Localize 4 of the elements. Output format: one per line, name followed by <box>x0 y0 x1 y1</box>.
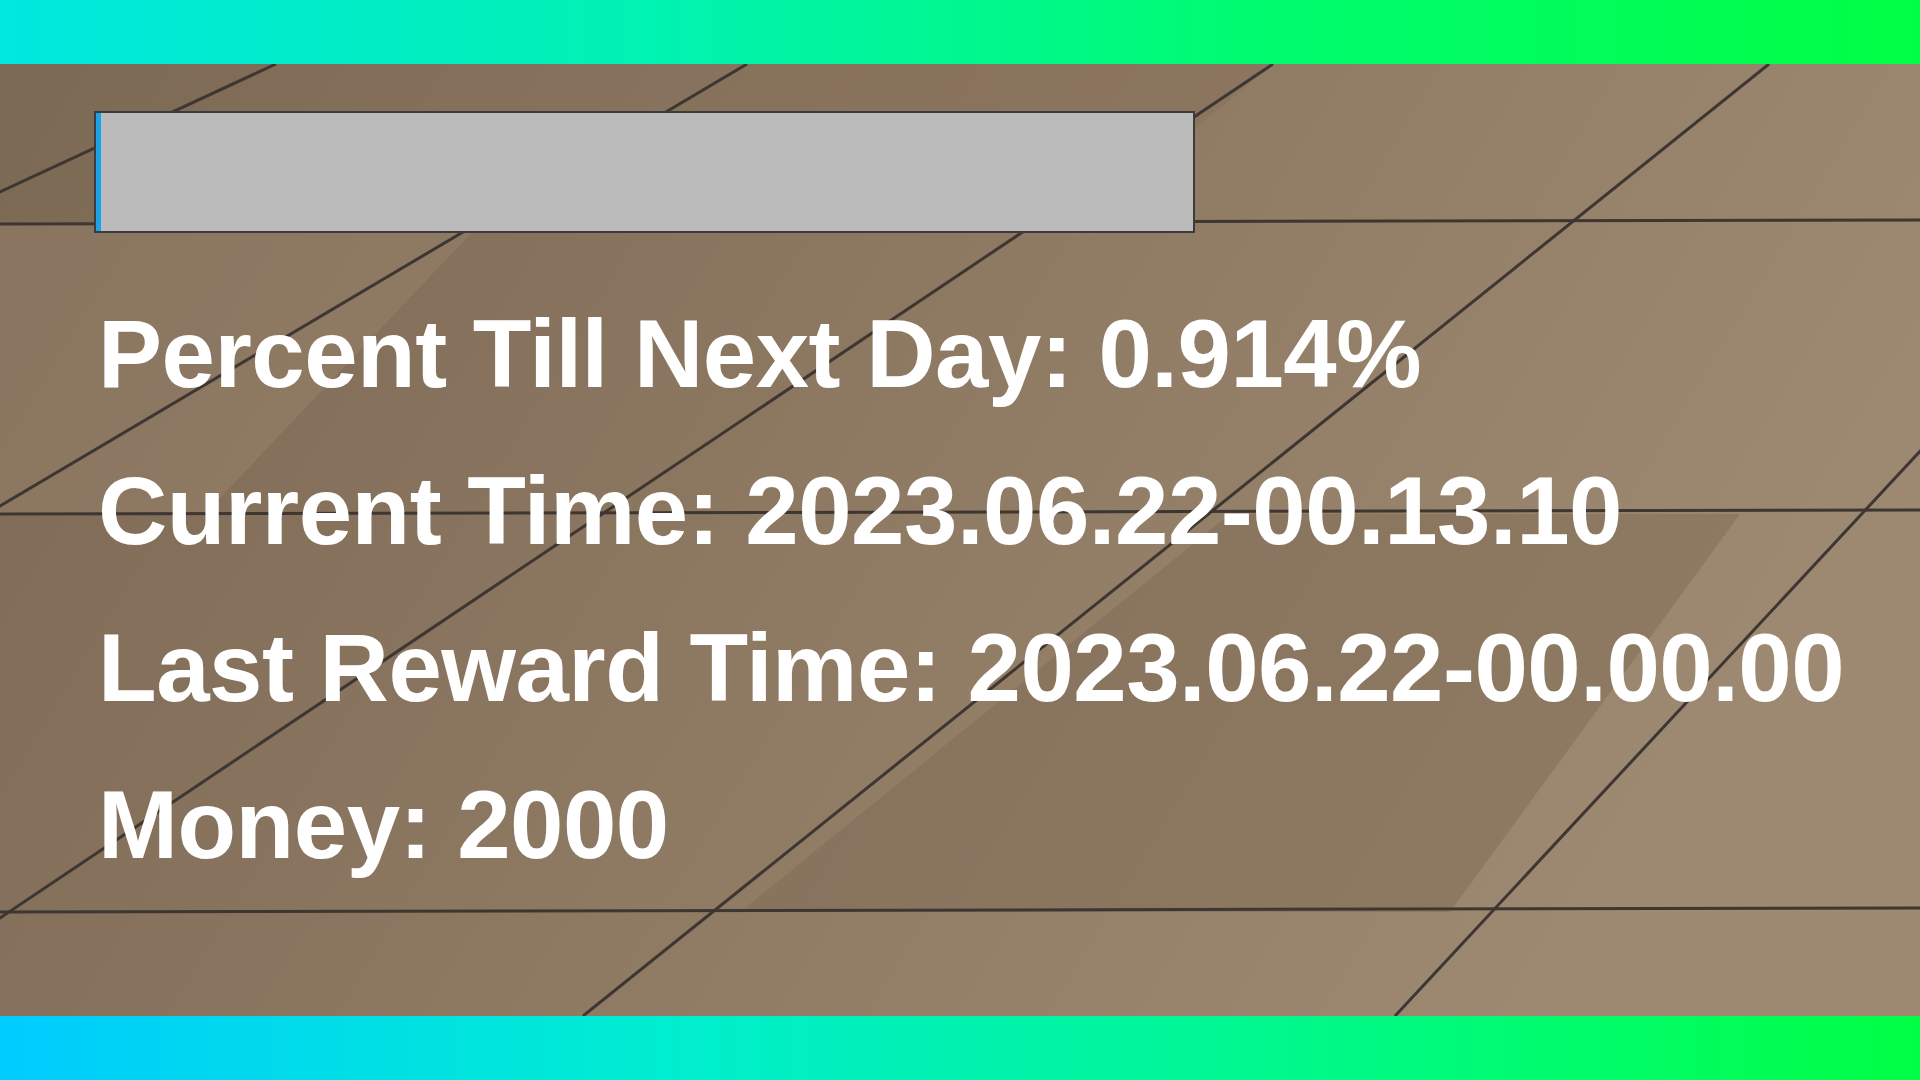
info-text: Money: 2000 <box>98 770 670 880</box>
info-text: Last Reward Time: 2023.06.22-00.00.00 <box>98 613 1845 723</box>
info-text: Percent Till Next Day: 0.914% <box>98 299 1423 409</box>
info-text: Current Time: 2023.06.22-00.13.10 <box>98 456 1623 566</box>
